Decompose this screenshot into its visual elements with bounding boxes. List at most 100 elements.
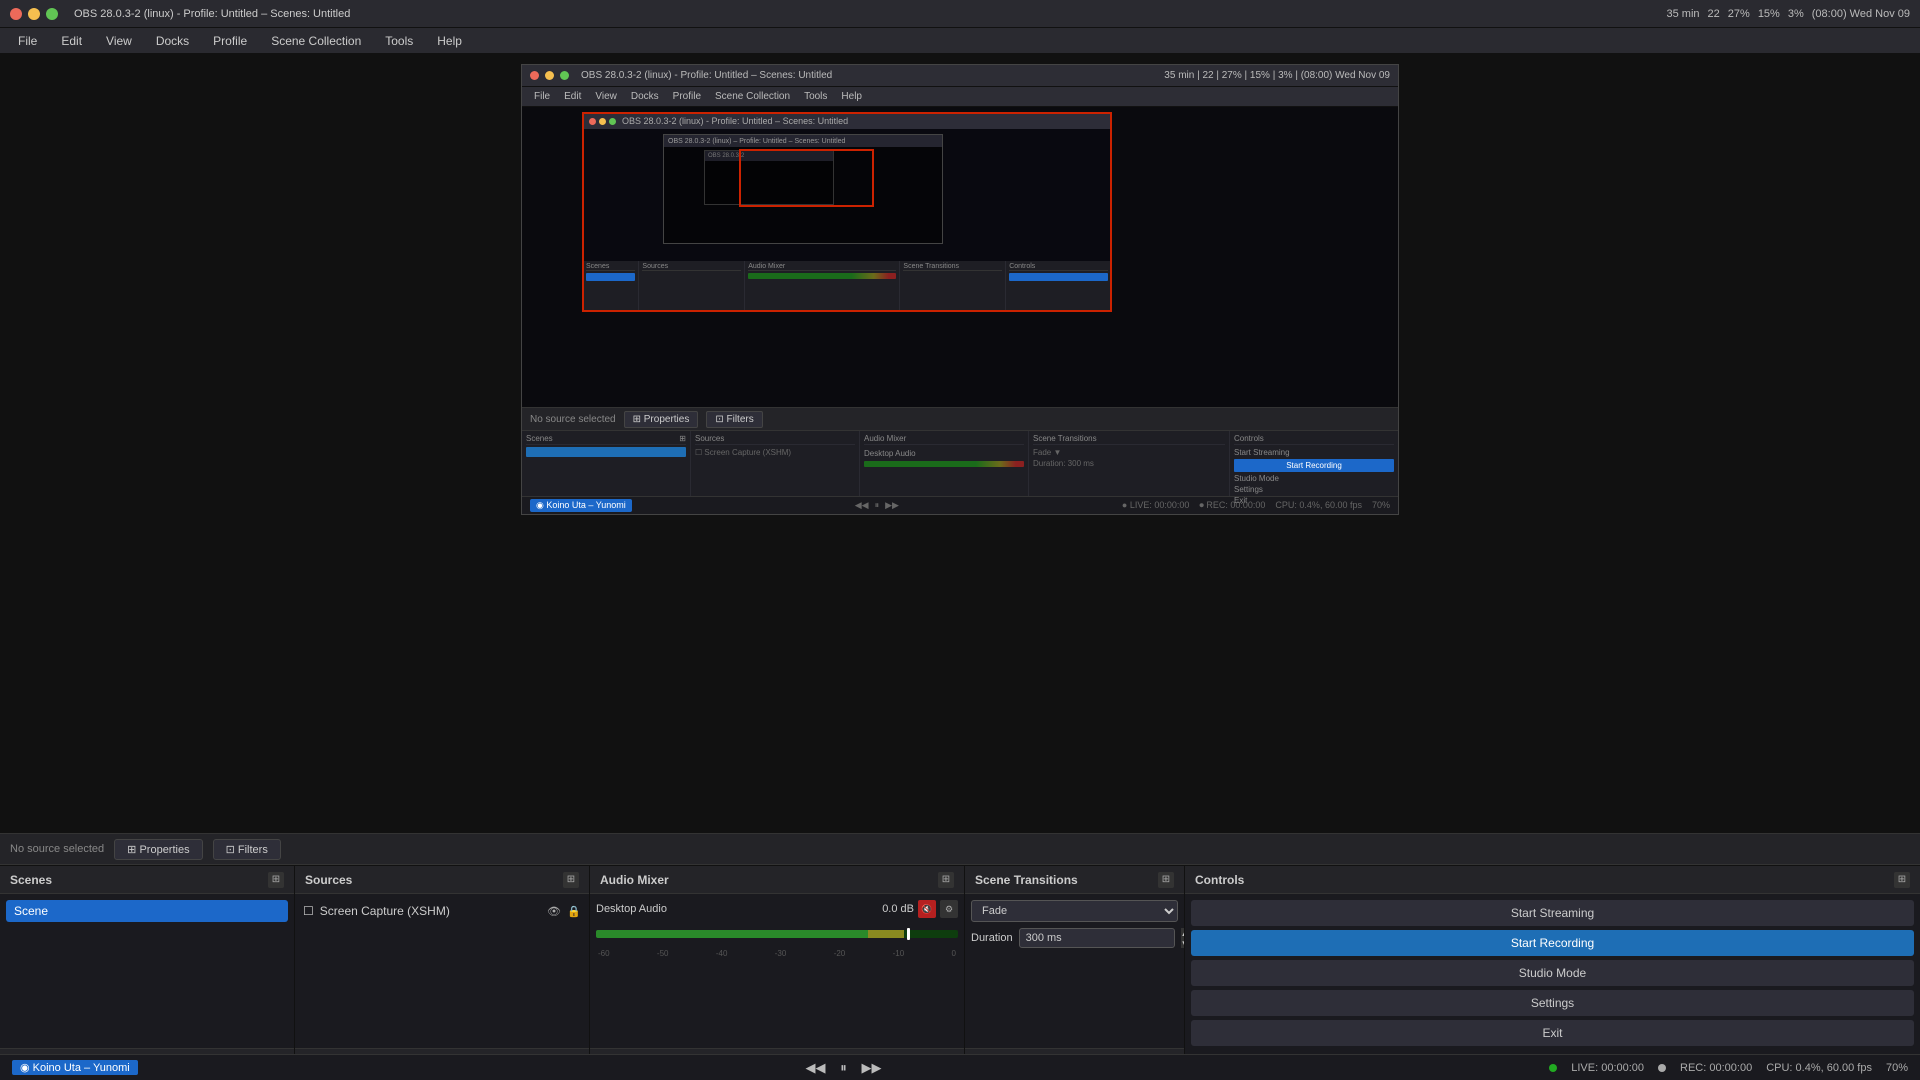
transitions-panel-header: Scene Transitions ⊞ (965, 866, 1184, 894)
inner-play-prev[interactable]: ◀◀ (855, 500, 869, 511)
audio-fader[interactable] (596, 925, 958, 945)
inner-live: ● LIVE: 00:00:00 (1122, 500, 1189, 511)
start-streaming-btn[interactable]: Start Streaming (1191, 900, 1914, 926)
menu-view[interactable]: View (96, 32, 142, 50)
menu-file[interactable]: File (8, 32, 47, 50)
innermost-obs-tb: OBS 28.0.3-2 (linux) – Profile: Untitled… (664, 135, 942, 147)
menu-tools[interactable]: Tools (375, 32, 423, 50)
tick-10: -10 (893, 949, 905, 958)
duration-increment[interactable]: ▲ (1181, 928, 1184, 938)
obs-preview-menubar: File Edit View Docks Profile Scene Colle… (522, 87, 1398, 107)
innermost-content: OBS 28.0.3-2 (664, 147, 942, 243)
tick-20: -20 (834, 949, 846, 958)
inner-rec: ⏺ REC: 00:00:00 (1199, 500, 1265, 511)
controls-panel-icons: ⊞ (1894, 872, 1910, 888)
inner-play-next[interactable]: ▶▶ (885, 500, 899, 511)
inner-obs-panels: Scenes ⊞ Sources ☐ Screen Capture (XSHM)… (522, 431, 1398, 496)
start-recording-btn[interactable]: Start Recording (1191, 930, 1914, 956)
scenes-panel-icon-btn[interactable]: ⊞ (268, 872, 284, 888)
scene-transitions-panel: Scene Transitions ⊞ Fade Cut Swipe Slide… (965, 866, 1185, 1080)
datetime-display: (08:00) Wed Nov 09 (1812, 8, 1910, 20)
inner-menu-scene-collection[interactable]: Scene Collection (709, 90, 796, 103)
filters-button[interactable]: ⊡ Filters (213, 839, 281, 860)
source-monitor-icon: ☐ (303, 904, 314, 918)
inner-obs-title: OBS 28.0.3-2 (linux) - Profile: Untitled… (581, 70, 832, 81)
menu-docks[interactable]: Docks (146, 32, 199, 50)
inner-filters-btn[interactable]: ⊡ Filters (706, 411, 762, 428)
scenes-panel-header: Scenes ⊞ (0, 866, 294, 894)
scenes-panel-title: Scenes (10, 873, 52, 887)
inner-obs-window: OBS 28.0.3-2 (linux) - Profile: Untitled… (582, 112, 1112, 312)
inner-menu-view[interactable]: View (589, 90, 623, 103)
audio-gear-btn[interactable]: ⚙ (940, 900, 958, 918)
sources-panel-icon-btn[interactable]: ⊞ (563, 872, 579, 888)
transitions-panel-content: Fade Cut Swipe Slide Duration ▲ ▼ (965, 894, 1184, 1048)
menu-help[interactable]: Help (427, 32, 472, 50)
play-pause-btn[interactable]: ⏸ (833, 1058, 853, 1078)
inner-play-pause[interactable]: ⏸ (875, 500, 880, 511)
runtime-display: 35 min (1667, 8, 1700, 20)
inner-menu-file[interactable]: File (528, 90, 556, 103)
inner-menu-tools[interactable]: Tools (798, 90, 833, 103)
controls-panel-icon-btn[interactable]: ⊞ (1894, 872, 1910, 888)
title-bar-right: 35 min 22 27% 15% 3% (08:00) Wed Nov 09 (1667, 8, 1911, 20)
audio-panel-header: Audio Mixer ⊞ (590, 866, 964, 894)
mem-display: 3% (1788, 8, 1804, 20)
source-lock-btn[interactable]: 🔒 (567, 904, 581, 918)
inner-menu-profile[interactable]: Profile (667, 90, 707, 103)
sources-panel-header: Sources ⊞ (295, 866, 589, 894)
transitions-panel-title: Scene Transitions (975, 873, 1078, 887)
audio-channel-name: Desktop Audio (596, 903, 667, 915)
audio-mute-btn[interactable]: 🔇 (918, 900, 936, 918)
scenes-panel-content: Scene (0, 894, 294, 1048)
properties-button[interactable]: ⊞ Properties (114, 839, 202, 860)
deep-obs-content (705, 161, 833, 204)
status-dot-live (1549, 1064, 1557, 1072)
transitions-panel-icon-btn[interactable]: ⊞ (1158, 872, 1174, 888)
title-bar: OBS 28.0.3-2 (linux) - Profile: Untitled… (0, 0, 1920, 28)
title-bar-left: OBS 28.0.3-2 (linux) - Profile: Untitled… (10, 8, 350, 20)
menu-scene-collection[interactable]: Scene Collection (261, 32, 371, 50)
bottom-panels: Scenes ⊞ Scene + − ▲ ▼ Sources (0, 865, 1920, 1080)
inner-transitions-panel: Scene Transitions Fade ▼ Duration: 300 m… (1029, 431, 1230, 496)
minimize-dot[interactable] (28, 8, 40, 20)
studio-mode-btn[interactable]: Studio Mode (1191, 960, 1914, 986)
scene-item[interactable]: Scene (6, 900, 288, 922)
tick-30: -30 (775, 949, 787, 958)
close-dot[interactable] (10, 8, 22, 20)
audio-panel-icon-btn[interactable]: ⊞ (938, 872, 954, 888)
menu-edit[interactable]: Edit (51, 32, 92, 50)
play-prev-btn[interactable]: ◀◀ (805, 1058, 825, 1078)
inner-menu-edit[interactable]: Edit (558, 90, 587, 103)
menu-bar: File Edit View Docks Profile Scene Colle… (0, 28, 1920, 54)
maximize-dot[interactable] (46, 8, 58, 20)
source-name: Screen Capture (XSHM) (320, 904, 541, 918)
source-eye-btn[interactable]: 👁 (547, 904, 561, 918)
inner-properties-btn[interactable]: ⊞ Properties (624, 411, 699, 428)
frames1-display: 22 (1708, 8, 1720, 20)
duration-decrement[interactable]: ▼ (1181, 938, 1184, 948)
audio-db-label: 0.0 dB (882, 903, 914, 915)
playback-controls: ◀◀ ⏸ ▶▶ (805, 1058, 881, 1078)
zoom-label: 70% (1886, 1062, 1908, 1074)
sources-panel-title: Sources (305, 873, 352, 887)
deep-obs: OBS 28.0.3-2 (704, 150, 834, 205)
play-next-btn[interactable]: ▶▶ (861, 1058, 881, 1078)
menu-profile[interactable]: Profile (203, 32, 257, 50)
exit-btn[interactable]: Exit (1191, 1020, 1914, 1046)
inner-controls-panel: Controls Start Streaming Start Recording… (1230, 431, 1398, 496)
settings-btn[interactable]: Settings (1191, 990, 1914, 1016)
status-left: ◉ Koino Uta – Yunomi (12, 1060, 138, 1075)
duration-input[interactable] (1019, 928, 1175, 948)
window-title: OBS 28.0.3-2 (linux) - Profile: Untitled… (74, 8, 350, 20)
transitions-type-select[interactable]: Fade Cut Swipe Slide (971, 900, 1178, 922)
preview-area: OBS 28.0.3-2 (linux) - Profile: Untitled… (0, 54, 1920, 833)
inner-menu-help[interactable]: Help (835, 90, 868, 103)
filters-icon: ⊡ (226, 844, 235, 856)
inner-cpu: CPU: 0.4%, 60.00 fps (1275, 500, 1362, 511)
inner-menu-docks[interactable]: Docks (625, 90, 665, 103)
source-item-screen-capture[interactable]: ☐ Screen Capture (XSHM) 👁 🔒 (301, 900, 583, 922)
tick-0: 0 (952, 949, 956, 958)
audio-panel-content: Desktop Audio 0.0 dB 🔇 ⚙ (590, 894, 964, 1048)
controls-panel-header: Controls ⊞ (1185, 866, 1920, 894)
